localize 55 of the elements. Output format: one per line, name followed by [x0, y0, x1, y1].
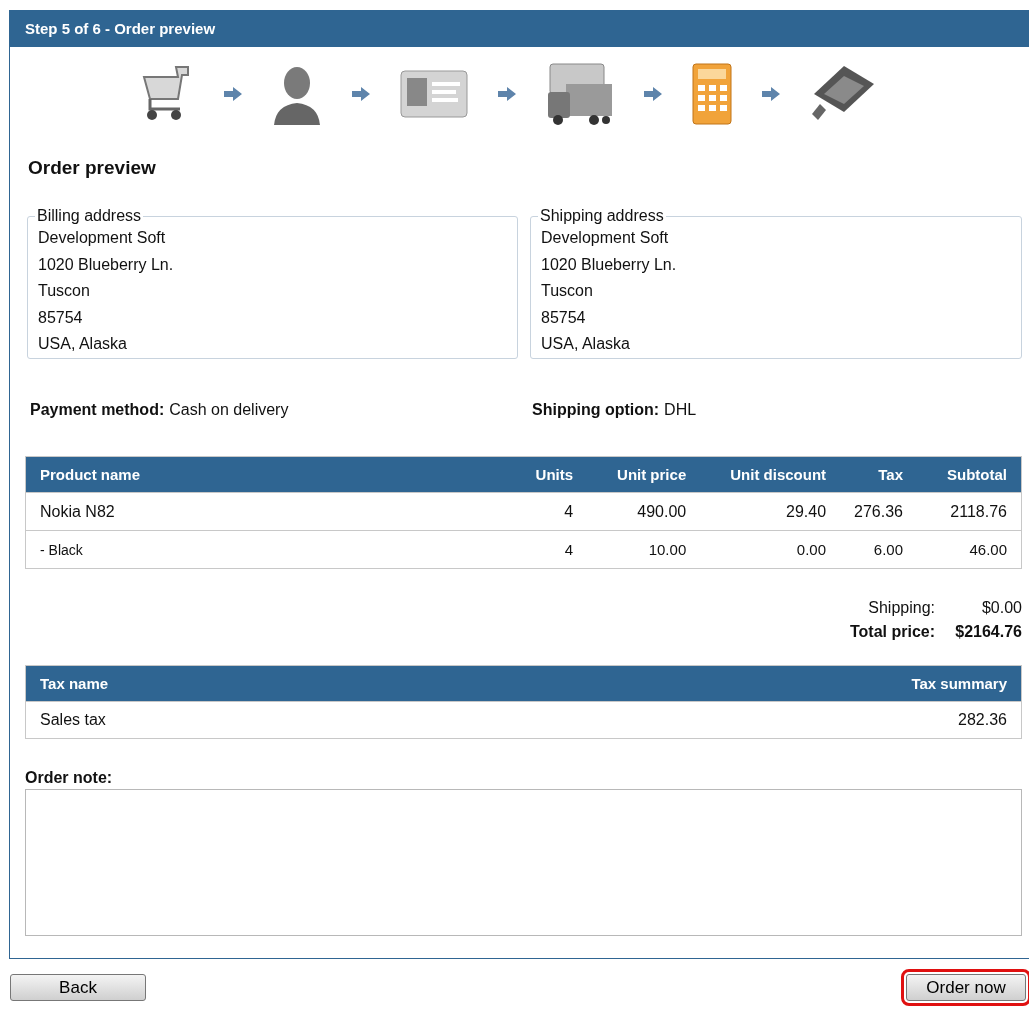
column-header: Unit discount: [700, 456, 841, 493]
table-cell: 29.40: [700, 492, 841, 531]
total-value: $2164.76: [954, 623, 1022, 641]
address-line: Tuscon: [541, 281, 594, 301]
page-heading: Order preview: [28, 157, 157, 179]
address-line: 85754: [541, 307, 587, 328]
arrow-icon: [762, 87, 780, 101]
option-value: DHL: [664, 401, 697, 418]
address-line: Tuscon: [38, 281, 91, 301]
column-header: Unit price: [587, 456, 701, 493]
table-cell: 10.00: [587, 530, 701, 569]
table-cell: 4: [521, 492, 588, 531]
option-label: Payment method:: [30, 401, 165, 418]
column-header: Tax name: [25, 665, 898, 702]
arrow-icon: [352, 87, 370, 101]
table-cell: Nokia N82: [25, 492, 522, 531]
total-label: Total price:: [849, 623, 935, 641]
address-line: Development Soft: [38, 228, 167, 248]
address-line: 1020 Blueberry Ln.: [38, 254, 175, 275]
arrow-icon: [644, 87, 662, 101]
address-line: 1020 Blueberry Ln.: [541, 254, 678, 275]
table-cell: 6.00: [840, 530, 917, 569]
total-label: Shipping:: [868, 599, 935, 617]
table-cell: 0.00: [700, 530, 841, 569]
table-cell: 282.36: [897, 701, 1022, 739]
table-cell: 2118.76: [917, 492, 1022, 531]
address-line: USA, Alaska: [38, 334, 128, 354]
table-cell: 276.36: [840, 492, 917, 531]
address-line: USA, Alaska: [541, 334, 631, 354]
address-legend: Billing address: [35, 207, 144, 225]
truck-icon: [546, 62, 614, 126]
table-cell: 4: [521, 530, 588, 569]
column-header: Tax summary: [897, 665, 1022, 702]
arrow-icon: [498, 87, 516, 101]
column-header: Subtotal: [917, 456, 1022, 493]
address-line: 85754: [38, 307, 84, 328]
order-note-field[interactable]: [25, 789, 1022, 936]
table-cell: 490.00: [587, 492, 701, 531]
total-value: $0.00: [980, 599, 1022, 617]
address-line: Development Soft: [541, 228, 670, 248]
address-legend: Shipping address: [538, 207, 666, 225]
option-value: Cash on delivery: [169, 401, 289, 418]
table-cell: 46.00: [917, 530, 1022, 569]
column-header: Tax: [840, 456, 917, 493]
arrow-icon: [224, 87, 242, 101]
table-cell: Sales tax: [25, 701, 898, 739]
calculator-icon: [692, 63, 732, 125]
table-cell: - Black: [25, 530, 522, 569]
step-header: Step 5 of 6 - Order preview: [10, 10, 1029, 47]
column-header: Units: [521, 456, 588, 493]
back-button[interactable]: Back: [10, 974, 146, 1001]
column-header: Product name: [25, 456, 522, 493]
option-label: Shipping option:: [532, 401, 660, 418]
id-card-icon: [400, 70, 468, 118]
note-label: Order note:: [25, 769, 114, 787]
